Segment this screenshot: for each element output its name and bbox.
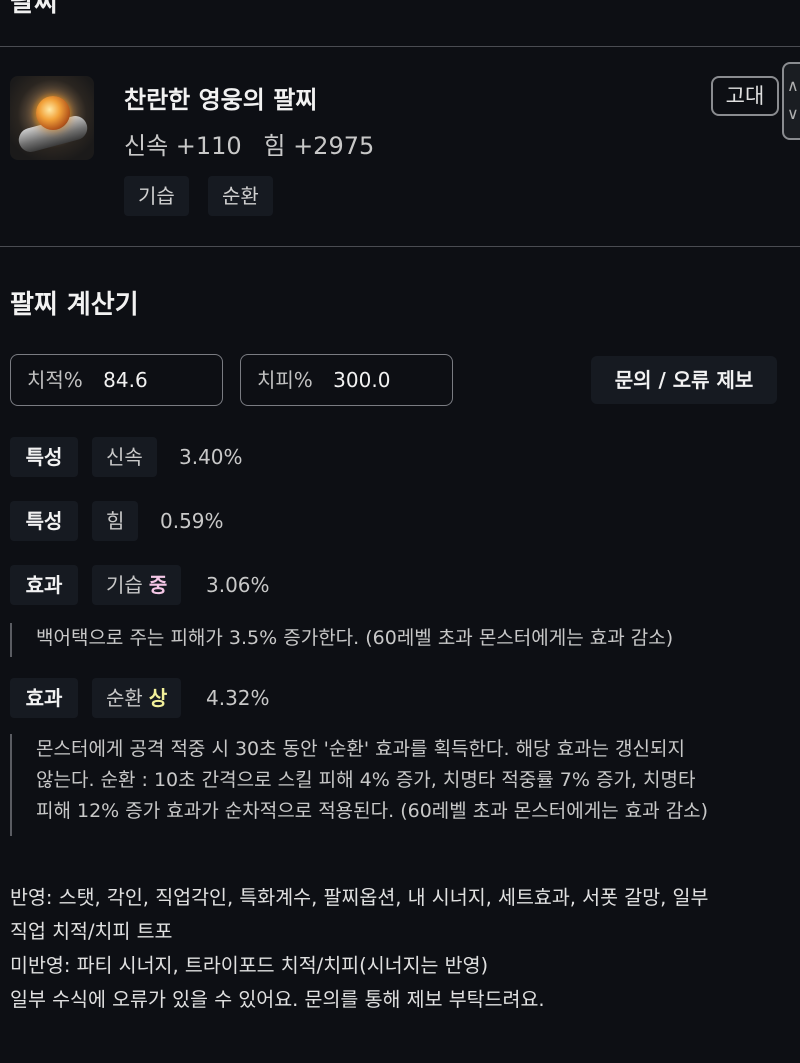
footer-line: 직업 치적/치피 트포: [10, 920, 173, 943]
effect-tag: 순환: [208, 176, 273, 216]
effect-description: 백어택으로 주는 피해가 3.5% 증가한다. (60레벨 초과 몬스터에게는 …: [10, 623, 673, 657]
row-kind: 효과: [10, 565, 78, 605]
footer-notes: 반영: 스탯, 각인, 직업각인, 특화계수, 팔찌옵션, 내 시너지, 세트효…: [10, 881, 780, 1017]
row-kind: 특성: [10, 501, 78, 541]
divider: [0, 46, 800, 47]
crit-rate-input[interactable]: 치적% 84.6: [10, 354, 223, 406]
row-name: 기습 중: [92, 565, 182, 605]
divider: [0, 246, 800, 247]
row-value: 3.40%: [179, 445, 243, 469]
chevron-up-icon: ∧: [787, 76, 799, 95]
crit-dmg-label: 치피%: [257, 368, 313, 392]
bracelet-icon: [10, 76, 94, 160]
chevron-down-icon: ∨: [787, 104, 799, 123]
item-stats: 신속 +110 힘 +2975: [124, 126, 388, 161]
description-line: 않는다. 순환 : 10초 간격으로 스킬 피해 4% 증가, 치명타 적중률 …: [36, 769, 696, 791]
row-name-label: 순환: [106, 686, 143, 710]
report-button[interactable]: 문의 / 오류 제보: [591, 356, 777, 404]
effect-tag: 기습: [124, 176, 189, 216]
row-value: 3.06%: [206, 573, 270, 597]
row-name-label: 기습: [106, 573, 143, 597]
stat-swiftness: 신속 +110: [124, 132, 242, 160]
effect-description: 몬스터에게 공격 적중 시 30초 동안 '순환' 효과를 획득한다. 해당 효…: [10, 734, 708, 836]
crit-dmg-input[interactable]: 치피% 300.0: [240, 354, 453, 406]
calculator-title: 팔찌 계산기: [10, 290, 139, 320]
row-name: 순환 상: [92, 678, 182, 718]
crit-rate-label: 치적%: [27, 368, 83, 392]
description-line: 몬스터에게 공격 적중 시 30초 동안 '순환' 효과를 획득한다. 해당 효…: [36, 738, 685, 760]
row-value: 0.59%: [160, 509, 224, 533]
crit-rate-value: 84.6: [103, 368, 148, 392]
row-name-label: 힘: [106, 509, 125, 533]
scroll-handle[interactable]: ∧ ∨: [782, 62, 800, 140]
grade-badge: 고대: [711, 76, 779, 116]
stat-strength: 힘 +2975: [263, 132, 375, 160]
row-name-label: 신속: [106, 445, 143, 469]
footer-line: 일부 수식에 오류가 있을 수 있어요. 문의를 통해 제보 부탁드려요.: [10, 988, 545, 1011]
grade-label: 중: [148, 573, 168, 597]
footer-line: 미반영: 파티 시너지, 트라이포드 치적/치피(시너지는 반영): [10, 954, 489, 977]
item-name: 찬란한 영웅의 팔찌: [124, 86, 318, 114]
row-value: 4.32%: [206, 686, 270, 710]
row-kind: 효과: [10, 678, 78, 718]
row-kind: 특성: [10, 437, 78, 477]
row-name: 힘: [92, 501, 139, 541]
crit-dmg-value: 300.0: [333, 368, 391, 392]
page-title: 팔찌: [10, 0, 58, 18]
description-line: 피해 12% 증가 효과가 순차적으로 적용된다. (60레벨 초과 몬스터에게…: [36, 800, 709, 822]
footer-line: 반영: 스탯, 각인, 직업각인, 특화계수, 팔찌옵션, 내 시너지, 세트효…: [10, 886, 709, 909]
grade-label: 상: [148, 686, 168, 710]
row-name: 신속: [92, 437, 157, 477]
